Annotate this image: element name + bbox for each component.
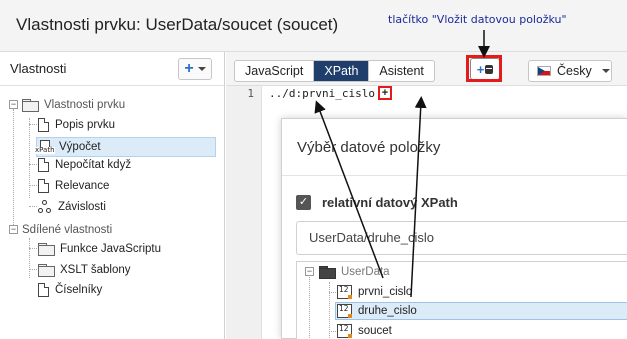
insert-button-highlight xyxy=(466,55,502,82)
language-select[interactable]: Česky xyxy=(528,60,612,82)
data-item-tree: − UserData 12 prvni_cislo 12 druhe_cislo… xyxy=(296,261,627,339)
tree-item-calculation[interactable]: xPath Výpočet xyxy=(35,137,216,157)
tree-group-label: Vlastnosti prvku xyxy=(44,99,126,111)
tree-item-label: Nepočítat když xyxy=(55,159,132,171)
mode-tabs: JavaScript XPath Asistent xyxy=(234,60,435,82)
dialog-title: Výběr datové položky xyxy=(297,139,441,156)
tree-item-xslt-templates[interactable]: XSLT šablony xyxy=(38,260,131,280)
tree-root-userdata[interactable]: UserData xyxy=(319,263,390,281)
chevron-down-icon xyxy=(601,69,610,73)
dialog-divider xyxy=(282,175,627,176)
folder-open-icon xyxy=(319,266,336,279)
document-icon xyxy=(38,179,49,193)
number-field-icon: 12 xyxy=(337,324,352,338)
properties-panel: Vlastnosti + − Vlastnosti prvku Popis pr… xyxy=(0,52,225,339)
tree-group-label: Sdílené vlastnosti xyxy=(22,224,113,236)
document-icon xyxy=(38,283,49,297)
add-property-button[interactable]: + xyxy=(178,58,212,80)
line-gutter: 1 xyxy=(226,86,262,339)
dependencies-icon xyxy=(38,200,52,214)
chevron-down-icon xyxy=(197,67,206,71)
tree-item-label: prvni_cislo xyxy=(358,286,413,298)
tree-item-description[interactable]: Popis prvku xyxy=(38,115,115,135)
tree-item-label: druhe_cislo xyxy=(358,305,417,317)
tree-item-dependencies[interactable]: Závislosti xyxy=(38,197,106,217)
editor-toolbar: JavaScript XPath Asistent + Česky xyxy=(226,52,627,86)
czech-flag-icon xyxy=(537,66,551,76)
select-data-item-dialog: Výběr datové položky ✓ relativní datový … xyxy=(281,118,627,339)
window-title: Vlastnosti prvku: UserData/soucet (souce… xyxy=(16,15,339,34)
properties-header: Vlastnosti + xyxy=(0,52,224,86)
tree-item-label: Relevance xyxy=(55,180,110,192)
line-number: 1 xyxy=(247,87,254,100)
xpath-document-icon: xPath xyxy=(35,140,55,154)
inline-insert-button[interactable]: + xyxy=(378,86,392,100)
folder-icon xyxy=(38,243,55,256)
tab-xpath[interactable]: XPath xyxy=(314,61,370,81)
tab-assistant[interactable]: Asistent xyxy=(369,61,433,81)
tree-item-js-functions[interactable]: Funkce JavaScriptu xyxy=(38,239,161,259)
tree-group-shared-properties[interactable]: Sdílené vlastnosti xyxy=(22,220,112,240)
folder-open-icon xyxy=(22,99,39,112)
properties-title: Vlastnosti xyxy=(10,61,67,76)
tree-item-label: Funkce JavaScriptu xyxy=(60,243,161,255)
tree-item-relevance[interactable]: Relevance xyxy=(38,176,109,196)
insert-button-callout: tlačítko "Vložit datovou položku" xyxy=(388,13,567,26)
tree-item-label: Popis prvku xyxy=(55,119,116,131)
tree-item-druhe-cislo[interactable]: 12 druhe_cislo xyxy=(335,302,627,320)
tree-item-prvni-cislo[interactable]: 12 prvni_cislo xyxy=(337,283,412,301)
relative-xpath-label: relativní datový XPath xyxy=(322,195,458,210)
plus-icon: + xyxy=(184,60,194,77)
tab-javascript[interactable]: JavaScript xyxy=(235,61,315,81)
tree-group-element-properties[interactable]: Vlastnosti prvku xyxy=(22,95,125,115)
data-path-input[interactable]: UserData/druhe_cislo xyxy=(296,221,627,255)
tree-item-skip-when[interactable]: Nepočítat když xyxy=(38,155,131,175)
folder-icon xyxy=(38,264,55,277)
code-line[interactable]: ../d:prvni_cislo xyxy=(269,87,375,100)
collapse-icon[interactable]: − xyxy=(9,100,18,109)
collapse-icon[interactable]: − xyxy=(9,225,18,234)
tree-item-label: XSLT šablony xyxy=(60,264,131,276)
document-icon xyxy=(38,118,49,132)
number-field-icon: 12 xyxy=(337,285,352,299)
language-label: Česky xyxy=(557,64,592,78)
tree-root-label: UserData xyxy=(341,266,390,278)
number-field-icon: 12 xyxy=(337,304,352,318)
title-bar: Vlastnosti prvku: UserData/soucet (souce… xyxy=(0,0,627,52)
tree-item-label: Výpočet xyxy=(59,141,101,153)
tree-item-label: soucet xyxy=(358,325,392,337)
tree-item-label: Závislosti xyxy=(58,201,106,213)
collapse-icon[interactable]: − xyxy=(305,267,314,276)
document-icon xyxy=(38,158,49,172)
relative-xpath-checkbox[interactable]: ✓ xyxy=(296,195,311,210)
tree-item-codelists[interactable]: Číselníky xyxy=(38,280,102,300)
tree-item-label: Číselníky xyxy=(55,284,103,296)
tree-item-soucet[interactable]: 12 soucet xyxy=(337,322,392,339)
